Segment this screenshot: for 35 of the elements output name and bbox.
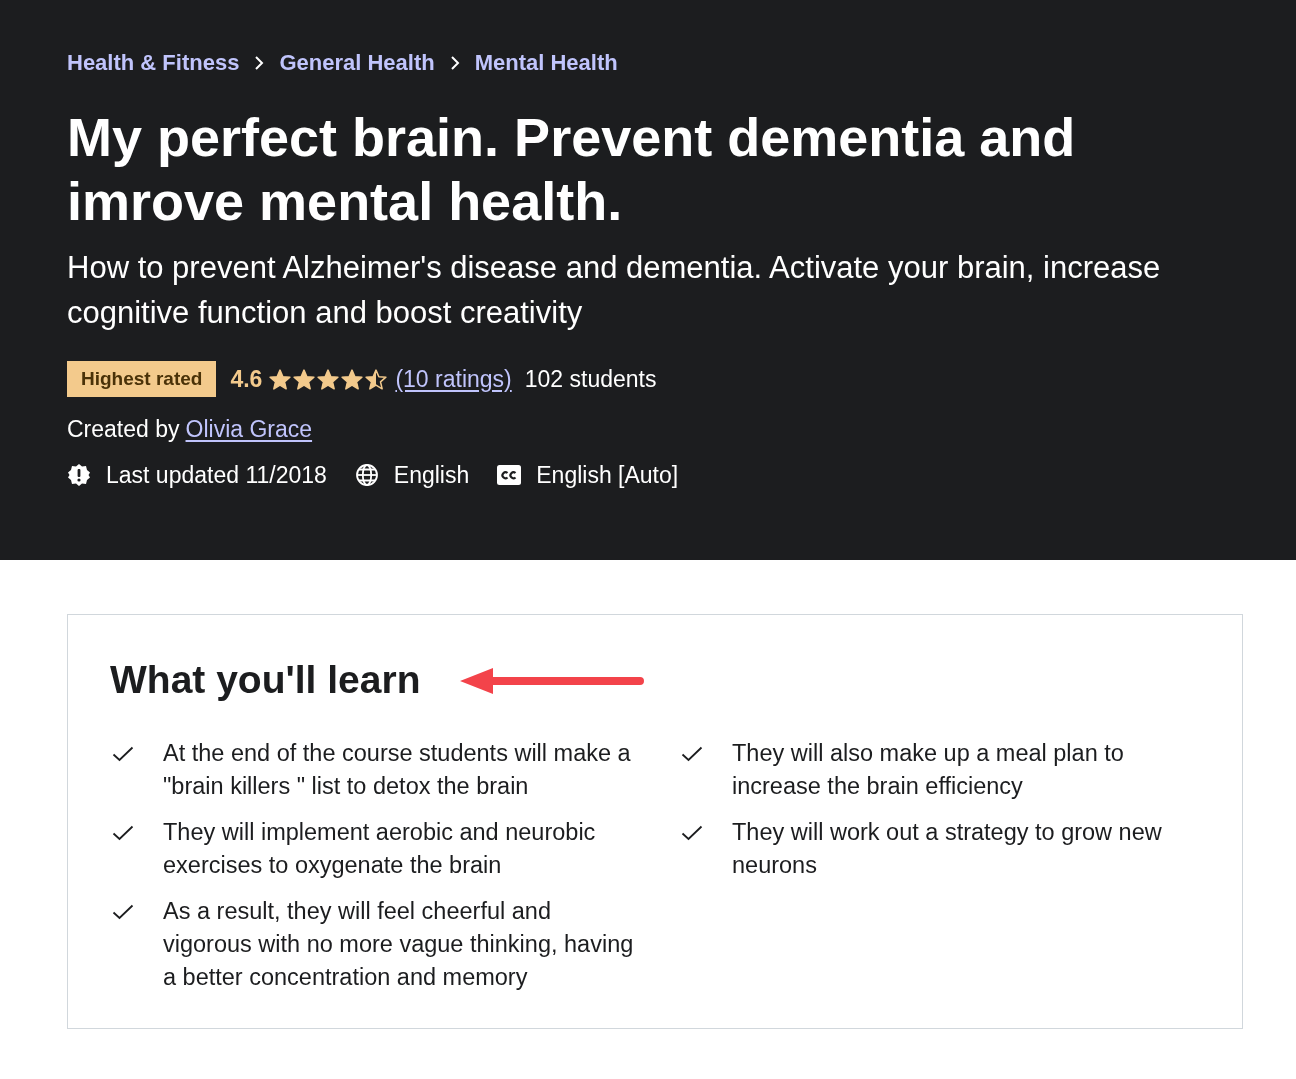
course-subtitle: How to prevent Alzheimer's disease and dementia. Activate your brain, increase cognitive function and boost creativity — [67, 249, 1162, 332]
meta-text: English — [393, 461, 470, 489]
chevron-right-icon — [449, 55, 460, 71]
section-heading: What you'll learn — [110, 657, 421, 703]
checkmark-icon — [112, 825, 134, 841]
rating-value: 4.6 — [230, 365, 263, 393]
breadcrumb-link[interactable]: General Health — [279, 50, 435, 76]
star-icon — [269, 368, 292, 390]
star-icon — [341, 368, 364, 390]
closed-captions-icon — [497, 465, 522, 485]
highest-rated-badge: Highest rated — [67, 361, 217, 397]
meta-text: Last updated 11/2018 — [106, 461, 327, 489]
checkmark-icon — [681, 825, 703, 841]
chevron-right-icon — [254, 55, 265, 71]
checkmark-icon — [112, 746, 134, 762]
star-icon — [293, 368, 316, 390]
meta-text: English [Auto] — [536, 461, 679, 489]
objective-text: They will also make up a meal plan to increase the brain efficiency — [732, 739, 1125, 801]
ratings-link[interactable]: (10 ratings) — [395, 365, 512, 393]
checkmark-icon — [681, 746, 703, 762]
star-icon — [317, 368, 340, 390]
alert-badge-icon — [67, 463, 91, 487]
objective-text: They will implement aerobic and neurobic exercises to oxygenate the brain — [163, 818, 597, 880]
checkmark-icon — [112, 904, 134, 920]
globe-icon — [354, 463, 379, 487]
half-star-icon — [365, 368, 388, 390]
instructor-link[interactable]: Olivia Grace — [185, 414, 313, 444]
objective-text: They will work out a strategy to grow new neurons — [732, 818, 1163, 880]
objective-text: As a result, they will feel cheerful and vigorous with no more vague thinking, having a better concentration and memory — [163, 897, 635, 992]
course-title: My perfect brain. Prevent dementia and imrove mental health. — [67, 106, 1077, 233]
created-by-label: Created by — [67, 415, 180, 444]
student-count: 102 students — [524, 365, 657, 393]
objective-text: At the end of the course students will make a "brain killers " list to detox the brain — [163, 739, 632, 801]
breadcrumb-link[interactable]: Mental Health — [474, 50, 618, 76]
breadcrumb-link[interactable]: Health & Fitness — [67, 50, 240, 76]
